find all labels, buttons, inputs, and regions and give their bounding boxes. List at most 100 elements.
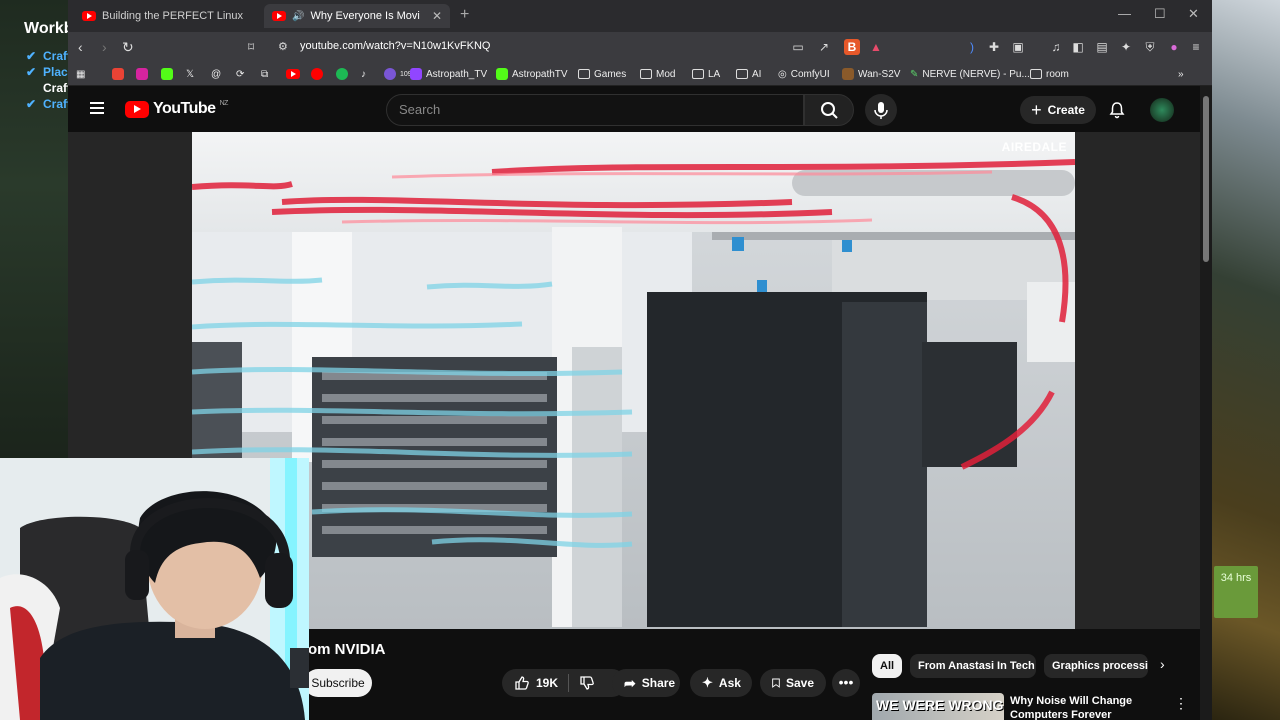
x-bookmark[interactable]: 𝕏 [186, 67, 194, 81]
folder-icon [578, 69, 590, 79]
brave-shield-icon[interactable]: B [844, 39, 860, 55]
recommendation-title[interactable]: Why Noise Will Change Computers Forever [1010, 694, 1160, 720]
wallet-icon[interactable]: ▤ [1094, 39, 1110, 55]
bookmark-folder-ai[interactable]: AI [736, 67, 761, 81]
threads-bookmark[interactable]: @ [211, 67, 221, 81]
site-info-icon[interactable]: ⚙ [278, 38, 288, 56]
check-icon: ✔ [26, 49, 37, 63]
notifications-bell-icon[interactable] [1108, 101, 1126, 119]
bookmark-comfyui[interactable]: ◎ ComfyUI [778, 67, 830, 81]
check-icon: ✔ [26, 97, 37, 111]
recommendation-thumbnail[interactable]: WE WERE WRONG [872, 693, 1004, 720]
kick-icon [161, 68, 173, 80]
clip-bookmark[interactable]: ⧉ [261, 67, 268, 81]
youtube-bookmark[interactable] [286, 67, 300, 81]
plus-icon: + [1031, 99, 1042, 120]
tab-linux-pc[interactable]: Building the PERFECT Linux PC with I [74, 4, 254, 28]
chip-graphics-processing[interactable]: Graphics processi [1044, 654, 1148, 678]
brave-rewards-icon[interactable]: ▲ [868, 39, 884, 55]
more-vertical-icon[interactable]: ⋮ [1174, 695, 1188, 712]
bookmark-folder-la[interactable]: LA [692, 67, 720, 81]
search-button[interactable] [804, 94, 854, 126]
url-field[interactable]: youtube.com/watch?v=N10w1KvFKNQ [300, 40, 490, 52]
youtube-music-bookmark[interactable] [311, 67, 323, 81]
bookmark-folder-room[interactable]: room [1030, 67, 1069, 81]
bookmark-astropathtv[interactable]: AstropathTV [496, 67, 568, 81]
bookmark-icon[interactable]: ⌑ [248, 38, 254, 56]
thumbs-down-icon[interactable] [579, 675, 595, 691]
chip-from-channel[interactable]: From Anastasi In Tech [910, 654, 1036, 678]
forward-icon[interactable]: › [102, 38, 107, 56]
thumbs-up-icon [515, 676, 529, 690]
audio-extension-icon[interactable]: ) [964, 39, 980, 55]
account-avatar[interactable] [1150, 98, 1174, 122]
youtube-logo[interactable]: YouTube NZ [125, 100, 228, 118]
subscribe-button[interactable]: Subscribe [304, 669, 372, 697]
spotify-bookmark[interactable] [336, 67, 348, 81]
gmail-bookmark[interactable] [112, 67, 124, 81]
leo-ai-icon[interactable]: ✦ [1118, 39, 1134, 55]
minimize-icon[interactable]: — [1118, 6, 1131, 21]
bookmark-label: NERVE (NERVE) - Pu... [922, 68, 1030, 80]
profile-icon[interactable]: ● [1166, 39, 1182, 55]
apps-grid-icon[interactable]: ▦ [76, 67, 85, 81]
back-icon[interactable]: ‹ [78, 38, 83, 56]
media-icon[interactable]: ♫ [1048, 39, 1064, 55]
bookmark-folder-games[interactable]: Games [578, 67, 626, 81]
create-button[interactable]: + Create [1020, 96, 1096, 124]
hamburger-menu-icon[interactable] [90, 102, 104, 114]
ask-button[interactable]: ✦ Ask [690, 669, 752, 697]
save-label: Save [785, 676, 814, 690]
bookmark-nerve[interactable]: ✎ NERVE (NERVE) - Pu... [910, 67, 1030, 81]
video-player[interactable]: AIREDALE [192, 132, 1075, 629]
extensions-icon[interactable]: ✚ [986, 39, 1002, 55]
bookmark-save-icon [772, 678, 780, 688]
tab-bar: Building the PERFECT Linux PC with I 🔊 W… [68, 0, 1212, 32]
more-horizontal-icon: ••• [838, 674, 854, 690]
new-tab-button[interactable]: + [460, 6, 469, 24]
youtube-play-icon [125, 100, 149, 118]
voice-search-button[interactable] [865, 94, 897, 126]
chevron-right-icon[interactable]: › [1160, 656, 1165, 672]
cast-icon[interactable]: ▭ [790, 39, 806, 55]
menu-icon[interactable]: ≡ [1188, 39, 1204, 55]
folder-icon [736, 69, 748, 79]
like-button[interactable]: 19K [514, 675, 558, 691]
tiktok-bookmark[interactable]: ♪ [361, 67, 366, 81]
instagram-bookmark[interactable] [136, 67, 148, 81]
youtube-header: YouTube NZ Search + Create [68, 86, 1200, 132]
folder-icon [692, 69, 704, 79]
spotify-icon [336, 68, 348, 80]
reload-icon[interactable]: ↻ [122, 38, 134, 56]
page-scrollbar[interactable] [1200, 86, 1212, 720]
reader-icon[interactable]: ▣ [1010, 39, 1026, 55]
bookmark-wan-s2v[interactable]: Wan-S2V [842, 67, 900, 81]
share-button[interactable]: ➦ Share [612, 669, 680, 697]
chip-all[interactable]: All [872, 654, 902, 678]
sidebar-icon[interactable]: ◧ [1070, 39, 1086, 55]
gmail-icon [112, 68, 124, 80]
tab-active-video[interactable]: 🔊 Why Everyone Is Moving Aw ✕ [264, 4, 450, 28]
kick-bookmark[interactable] [161, 67, 173, 81]
tab-title: Why Everyone Is Moving Aw [310, 10, 420, 22]
save-button[interactable]: Save [760, 669, 826, 697]
close-window-icon[interactable]: ✕ [1188, 6, 1199, 22]
youtube-icon [286, 69, 300, 79]
more-actions-button[interactable]: ••• [832, 669, 860, 697]
vpn-icon[interactable]: ⛨ [1142, 39, 1158, 55]
scrollbar-thumb[interactable] [1203, 96, 1209, 262]
sparkle-icon: ✦ [702, 675, 713, 690]
instagram-icon [136, 68, 148, 80]
bookmark-folder-mod[interactable]: Mod [640, 67, 675, 81]
bookmark-label: Mod [656, 68, 676, 80]
share-page-icon[interactable]: ↗ [816, 39, 832, 55]
speaker-icon: 🔊 [292, 10, 305, 22]
overlay-title: Workb [24, 20, 74, 37]
more-bookmarks-icon[interactable]: » [1178, 67, 1184, 81]
bookmark-astropath-tv[interactable]: Astropath_TV [410, 67, 487, 81]
counter-bookmark[interactable]: 109 [384, 67, 412, 81]
maximize-icon[interactable]: ☐ [1154, 6, 1166, 22]
sync-bookmark[interactable]: ⟳ [236, 67, 244, 81]
search-input[interactable]: Search [386, 94, 804, 126]
close-tab-icon[interactable]: ✕ [432, 9, 442, 23]
